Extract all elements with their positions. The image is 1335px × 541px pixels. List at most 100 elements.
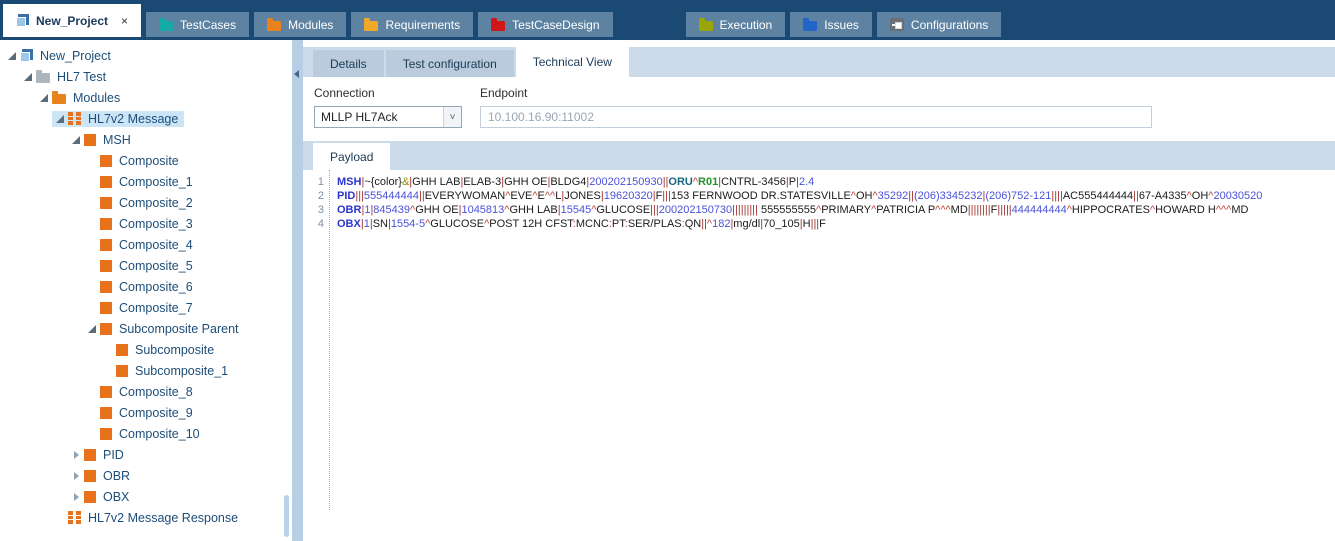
tree-item-new-project[interactable]: New_Project bbox=[0, 45, 292, 66]
top-tab-testcasedesign[interactable]: TestCaseDesign bbox=[478, 12, 613, 37]
endpoint-label: Endpoint bbox=[480, 86, 528, 100]
expander-open-icon[interactable] bbox=[85, 324, 100, 334]
tab-label: TestCases bbox=[180, 17, 237, 32]
top-tab-modules[interactable]: Modules bbox=[254, 12, 347, 37]
tree-item-content[interactable]: HL7 Test bbox=[20, 69, 112, 85]
tree-item-hl7v2-message[interactable]: HL7v2 Message bbox=[0, 108, 292, 129]
expander-open-icon[interactable] bbox=[53, 114, 68, 124]
tree-item-composite-10[interactable]: Composite_10 bbox=[0, 423, 292, 444]
tree-item-label: HL7v2 Message Response bbox=[88, 510, 239, 525]
tree-item-obr[interactable]: OBR bbox=[0, 465, 292, 486]
module-square-icon bbox=[84, 133, 96, 146]
tree-item-modules[interactable]: Modules bbox=[0, 87, 292, 108]
tab-label: TestCaseDesign bbox=[512, 17, 600, 32]
expander-closed-icon[interactable] bbox=[69, 492, 84, 502]
tree-item-composite-9[interactable]: Composite_9 bbox=[0, 402, 292, 423]
top-tab-issues[interactable]: Issues bbox=[790, 12, 872, 37]
tree-item-composite-3[interactable]: Composite_3 bbox=[0, 213, 292, 234]
payload-line: PID|||555444444||EVERYWOMAN^EVE^E^^L|JON… bbox=[337, 190, 1263, 202]
top-tab-testcases[interactable]: TestCases bbox=[146, 12, 250, 37]
tree-item-content[interactable]: Composite_5 bbox=[84, 258, 199, 274]
tree-item-content[interactable]: Composite_6 bbox=[84, 279, 199, 295]
tree-item-subcomposite[interactable]: Subcomposite bbox=[0, 339, 292, 360]
module-square-icon bbox=[100, 196, 112, 209]
tree-item-subcomposite-1[interactable]: Subcomposite_1 bbox=[0, 360, 292, 381]
module-square-icon bbox=[100, 175, 112, 188]
tree-item-composite-8[interactable]: Composite_8 bbox=[0, 381, 292, 402]
tree-item-composite-2[interactable]: Composite_2 bbox=[0, 192, 292, 213]
tree-item-content[interactable]: HL7v2 Message Response bbox=[52, 510, 244, 526]
tree-item-content[interactable]: HL7v2 Message bbox=[52, 110, 185, 127]
expander-open-icon[interactable] bbox=[21, 72, 36, 82]
tab-payload[interactable]: Payload bbox=[313, 143, 391, 170]
folder-icon bbox=[159, 17, 174, 31]
tab-test-configuration[interactable]: Test configuration bbox=[385, 50, 514, 77]
tree-item-composite-6[interactable]: Composite_6 bbox=[0, 276, 292, 297]
chevron-down-icon[interactable]: ˅ bbox=[443, 107, 461, 127]
module-square-icon bbox=[100, 217, 112, 230]
tree-item-content[interactable]: New_Project bbox=[4, 48, 117, 64]
tree-item-composite[interactable]: Composite bbox=[0, 150, 292, 171]
tree-item-content[interactable]: Composite_1 bbox=[84, 174, 199, 190]
module-square-icon bbox=[100, 280, 112, 293]
tree-item-content[interactable]: Composite_2 bbox=[84, 195, 199, 211]
tree-item-pid[interactable]: PID bbox=[0, 444, 292, 465]
folder-icon bbox=[364, 17, 379, 31]
expander-open-icon[interactable] bbox=[69, 135, 84, 145]
tree-item-hl7v2-message-response[interactable]: HL7v2 Message Response bbox=[0, 507, 292, 528]
tree-item-content[interactable]: Modules bbox=[36, 90, 126, 106]
expander-closed-icon[interactable] bbox=[69, 450, 84, 460]
payload-code[interactable]: MSH|~{color}&|GHH LAB|ELAB-3|GHH OE|BLDG… bbox=[330, 170, 1335, 510]
module-square-icon bbox=[100, 322, 112, 335]
expander-open-icon[interactable] bbox=[37, 93, 52, 103]
folder-icon bbox=[491, 17, 506, 31]
tree-item-content[interactable]: Composite_3 bbox=[84, 216, 199, 232]
tree-item-composite-7[interactable]: Composite_7 bbox=[0, 297, 292, 318]
tab-details[interactable]: Details bbox=[313, 50, 384, 77]
tab-technical-view[interactable]: Technical View bbox=[515, 47, 629, 77]
tree-scrollbar[interactable] bbox=[284, 495, 289, 537]
collapse-panel-icon[interactable] bbox=[294, 70, 299, 78]
top-tab-execution[interactable]: Execution bbox=[685, 12, 786, 37]
tree-item-composite-5[interactable]: Composite_5 bbox=[0, 255, 292, 276]
connection-select[interactable]: MLLP HL7Ack ˅ bbox=[314, 106, 462, 128]
tree-item-label: Composite_3 bbox=[119, 216, 193, 231]
top-tab-requirements[interactable]: Requirements bbox=[351, 12, 474, 37]
tree-item-content[interactable]: Subcomposite_1 bbox=[100, 363, 234, 379]
connection-section: Connection MLLP HL7Ack ˅ Endpoint bbox=[314, 86, 1335, 128]
close-icon[interactable]: × bbox=[121, 14, 128, 28]
endpoint-input[interactable] bbox=[480, 106, 1152, 128]
tree-item-label: Composite_7 bbox=[119, 300, 193, 315]
tree-item-label: Subcomposite Parent bbox=[119, 321, 239, 336]
tree-item-content[interactable]: Composite bbox=[84, 153, 185, 169]
top-tab-configurations[interactable]: Configurations bbox=[876, 12, 1002, 37]
tree-item-obx[interactable]: OBX bbox=[0, 486, 292, 507]
tree-item-hl7-test[interactable]: HL7 Test bbox=[0, 66, 292, 87]
tree-item-content[interactable]: PID bbox=[68, 447, 130, 463]
tree-item-content[interactable]: Composite_4 bbox=[84, 237, 199, 253]
tree-item-content[interactable]: MSH bbox=[68, 132, 137, 148]
tree-item-content[interactable]: Subcomposite bbox=[100, 342, 220, 358]
top-tab-new-project[interactable]: New_Project × bbox=[3, 4, 142, 37]
module-square-icon bbox=[84, 490, 96, 503]
tree-item-label: HL7v2 Message bbox=[88, 111, 179, 126]
tree-item-content[interactable]: Composite_8 bbox=[84, 384, 199, 400]
tree-item-content[interactable]: Subcomposite Parent bbox=[84, 321, 245, 337]
tree-item-content[interactable]: OBR bbox=[68, 468, 136, 484]
expander-open-icon[interactable] bbox=[5, 51, 20, 61]
expander-closed-icon[interactable] bbox=[69, 471, 84, 481]
tree-item-content[interactable]: OBX bbox=[68, 489, 135, 505]
project-icon bbox=[16, 14, 29, 27]
tree-item-content[interactable]: Composite_7 bbox=[84, 300, 199, 316]
tree-item-content[interactable]: Composite_9 bbox=[84, 405, 199, 421]
tree-item-content[interactable]: Composite_10 bbox=[84, 426, 206, 442]
tree-item-composite-4[interactable]: Composite_4 bbox=[0, 234, 292, 255]
tree-item-label: Composite_10 bbox=[119, 426, 200, 441]
tree-item-subcomposite-parent[interactable]: Subcomposite Parent bbox=[0, 318, 292, 339]
tree-item-msh[interactable]: MSH bbox=[0, 129, 292, 150]
payload-editor[interactable]: 1 2 3 4 MSH|~{color}&|GHH LAB|ELAB-3|GHH OE… bbox=[303, 170, 1335, 510]
panel-splitter[interactable] bbox=[292, 40, 303, 541]
tree-item-composite-1[interactable]: Composite_1 bbox=[0, 171, 292, 192]
module-square-icon bbox=[100, 238, 112, 251]
